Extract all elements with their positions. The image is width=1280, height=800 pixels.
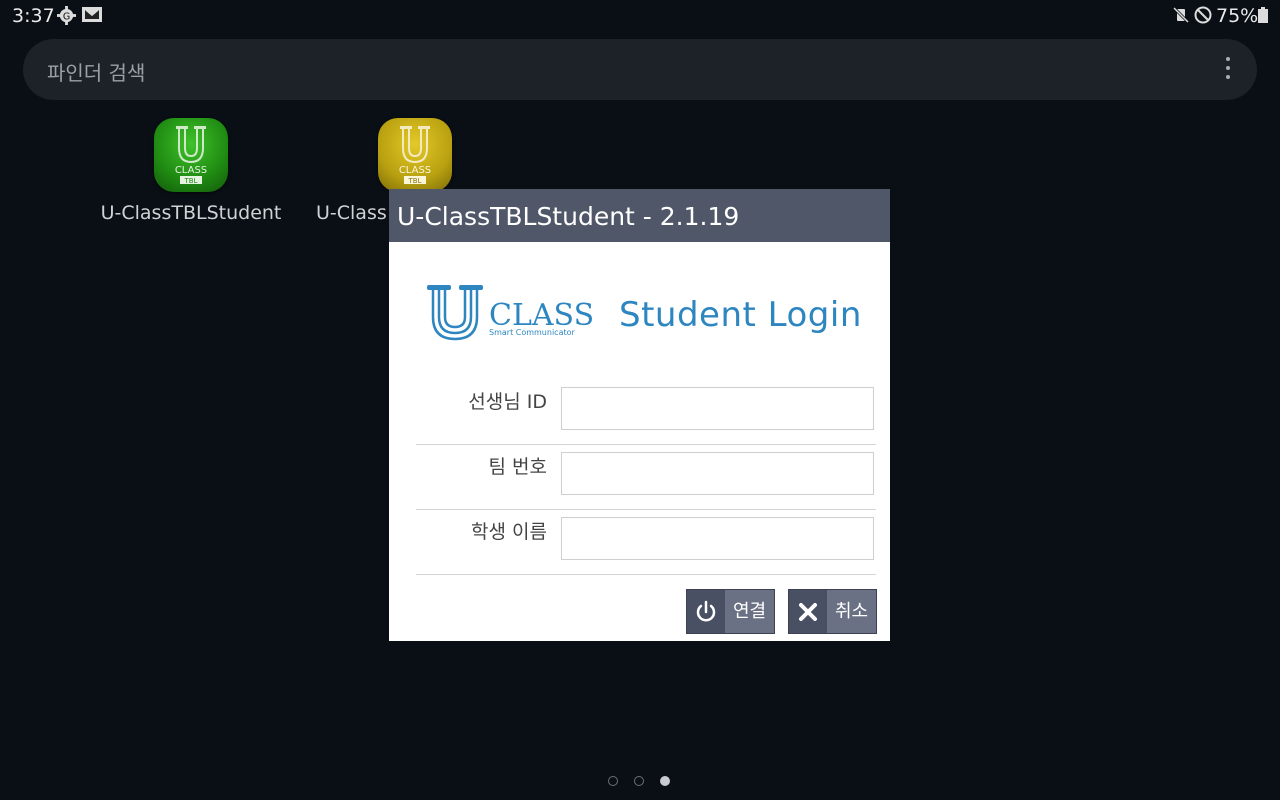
close-x-icon [789,590,827,633]
cancel-label: 취소 [834,601,869,622]
cancel-button[interactable]: 취소 [788,589,877,634]
svg-text:CLASS: CLASS [399,165,431,176]
search-placeholder: 파인더 검색 [47,61,146,85]
settings-gear-icon: G [57,6,76,29]
svg-text:TBL: TBL [184,177,198,185]
app-label: U-ClassTBLStudent [100,202,282,224]
login-dialog: U-ClassTBLStudent - 2.1.19 CLASS Smart C… [389,189,890,641]
more-vertical-icon[interactable] [1219,57,1237,83]
student-name-input[interactable] [561,517,874,560]
page-dot-2[interactable] [634,776,644,786]
uclass-tbl-yellow-icon: CLASS TBL [378,118,452,192]
uclass-tbl-green-icon: CLASS TBL [154,118,228,192]
gmail-icon [82,6,102,27]
logo-tagline: Smart Communicator [489,328,576,337]
connect-button[interactable]: 연결 [686,589,775,634]
status-bar: 3:37 G 75% [0,0,1280,32]
teacher-id-input[interactable] [561,387,874,430]
page-dot-1[interactable] [608,776,618,786]
team-number-input[interactable] [561,452,874,495]
svg-text:CLASS: CLASS [175,165,207,176]
svg-text:TBL: TBL [408,177,422,185]
team-number-label: 팀 번호 [488,456,547,478]
battery-icon [1258,7,1268,27]
logo-heading: Student Login [619,295,862,335]
status-time: 3:37 [12,5,55,27]
app-uclass-tbl-student[interactable]: CLASS TBL U-ClassTBLStudent [91,118,291,224]
dialog-title: U-ClassTBLStudent - 2.1.19 [389,189,890,242]
mute-vibrate-icon [1172,6,1190,28]
battery-percent: 75% [1216,5,1259,27]
finder-search-bar[interactable]: 파인더 검색 [23,39,1257,100]
do-not-disturb-icon [1194,6,1212,28]
connect-label: 연결 [732,601,767,622]
student-name-label: 학생 이름 [471,521,547,543]
power-icon [687,590,725,633]
svg-text:G: G [63,11,70,22]
teacher-id-label: 선생님 ID [468,391,547,413]
page-dot-3-active[interactable] [660,776,670,786]
